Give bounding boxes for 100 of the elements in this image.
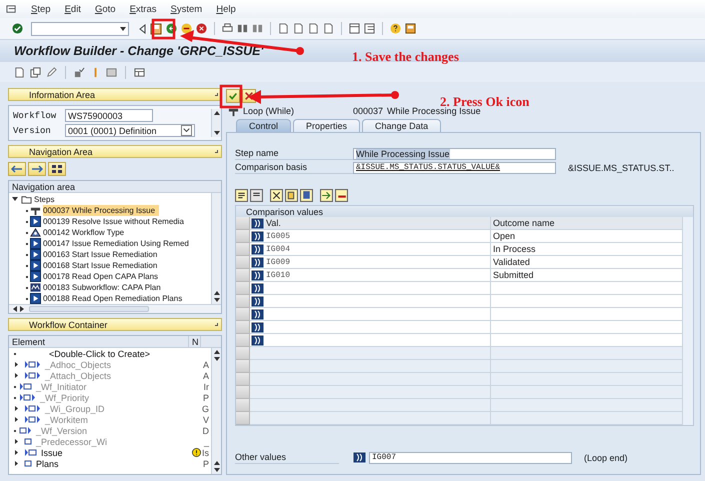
tree-item[interactable]: 000188 Read Open Remediation Plans	[43, 293, 186, 304]
tab[interactable]: Properties	[293, 119, 360, 132]
ok-button[interactable]	[226, 89, 240, 103]
window-icon[interactable]	[364, 23, 375, 34]
scroll-up-icon[interactable]	[214, 460, 220, 466]
menu-item[interactable]: System	[170, 4, 202, 14]
forward-button[interactable]	[28, 162, 46, 176]
table-cell[interactable]	[491, 334, 683, 347]
table-cell[interactable]	[491, 321, 683, 334]
previous-page-icon[interactable]	[293, 23, 304, 34]
test-icon[interactable]	[106, 66, 117, 78]
layout-icon[interactable]	[405, 23, 416, 34]
remove-icon[interactable]	[335, 189, 348, 202]
table-cell: Submitted	[491, 269, 683, 282]
scroll-left-icon[interactable]	[12, 306, 18, 312]
container-element[interactable]: Plans	[36, 458, 59, 468]
panel-header[interactable]: Workflow Container	[8, 318, 222, 331]
table-cell[interactable]	[264, 295, 491, 308]
resize-icon	[215, 323, 218, 326]
table-cell[interactable]	[264, 308, 491, 321]
next-page-icon[interactable]	[308, 23, 319, 34]
paste-icon[interactable]	[300, 189, 313, 202]
scroll-up-icon[interactable]	[214, 290, 220, 296]
triangle-left-icon[interactable]	[139, 24, 146, 34]
container-element[interactable]: _Wf_Version	[36, 426, 88, 436]
container-element[interactable]: _Adhoc_Objects	[45, 360, 112, 370]
insert-icon[interactable]	[320, 189, 333, 202]
panel-header[interactable]: Information Area	[8, 88, 222, 101]
tree-item[interactable]: 000037 While Processing Issue	[43, 205, 160, 216]
menu-item[interactable]: Extras	[130, 4, 156, 14]
version-dropdown[interactable]: 0001 (0001) Definition	[65, 124, 195, 137]
table-cell: Ir	[204, 382, 209, 392]
tree-item[interactable]: 000139 Resolve Issue without Remedia	[43, 216, 188, 227]
scrollbar[interactable]	[211, 109, 221, 137]
enter-icon[interactable]	[12, 23, 23, 34]
copy-icon[interactable]	[285, 189, 298, 202]
scroll-down-icon[interactable]	[214, 130, 220, 136]
scroll-right-icon[interactable]	[19, 306, 25, 312]
layout-icon[interactable]	[134, 66, 145, 78]
tree-item[interactable]: Steps	[34, 194, 58, 205]
exit-icon[interactable]	[181, 23, 192, 34]
help-icon[interactable]	[390, 23, 401, 34]
caret-icon[interactable]	[181, 125, 192, 136]
back-button[interactable]	[8, 162, 26, 176]
scrollbar[interactable]	[211, 348, 221, 474]
table-cell[interactable]	[491, 295, 683, 308]
first-page-icon[interactable]	[278, 23, 289, 34]
table-cell: In Process	[491, 243, 683, 256]
edit-icon[interactable]	[46, 66, 57, 78]
find-next-icon[interactable]	[252, 23, 263, 34]
field-label: Workflow	[13, 110, 58, 120]
tree-item[interactable]: 000163 Start Issue Remediation	[43, 249, 162, 260]
container-element[interactable]: _Attach_Objects	[45, 370, 112, 380]
container-element[interactable]: <Double-Click to Create>	[49, 348, 150, 358]
container-element[interactable]: _Wf_Initiator	[36, 382, 87, 392]
last-page-icon[interactable]	[323, 23, 334, 34]
menu-item[interactable]: Help	[216, 4, 236, 14]
new-icon[interactable]	[14, 66, 25, 78]
tree-button[interactable]	[48, 162, 66, 176]
step-name-field[interactable]: While Processing Issue	[353, 148, 556, 160]
cut-icon[interactable]	[270, 189, 283, 202]
panel-header[interactable]: Navigation Area	[8, 145, 222, 158]
back-icon[interactable]	[166, 23, 177, 34]
scroll-down-icon[interactable]	[214, 467, 220, 473]
copy-icon[interactable]	[30, 66, 41, 78]
scrollbar[interactable]	[211, 193, 221, 304]
table-cell[interactable]	[264, 282, 491, 295]
caret-icon[interactable]	[120, 26, 126, 30]
scrollbar[interactable]	[9, 304, 221, 313]
command-field[interactable]	[31, 22, 129, 36]
insert-row-icon[interactable]	[235, 189, 248, 202]
tree-item[interactable]: 000183 Subworkflow: CAPA Plan	[43, 282, 165, 293]
table-cell[interactable]	[264, 321, 491, 334]
table-cell[interactable]	[264, 334, 491, 347]
table-cell[interactable]	[491, 282, 683, 295]
tree-item[interactable]: 000147 Issue Remediation Using Remed	[43, 238, 193, 249]
tree-item[interactable]: 000178 Read Open CAPA Plans	[43, 271, 162, 282]
menu-icon[interactable]	[6, 4, 17, 14]
tab[interactable]: Change Data	[362, 119, 442, 132]
menu-item[interactable]: Goto	[94, 4, 116, 14]
tree-item[interactable]: 000142 Workflow Type	[43, 227, 128, 238]
delete-row-icon[interactable]	[250, 189, 263, 202]
menu-item[interactable]: Step	[31, 4, 51, 14]
container-element[interactable]: Issue	[41, 448, 63, 458]
cancel-icon[interactable]	[196, 23, 207, 34]
find-icon[interactable]	[237, 23, 248, 34]
column-header: Navigation area	[12, 182, 76, 192]
check-icon[interactable]	[74, 66, 85, 78]
window-icon[interactable]	[349, 23, 360, 34]
comparison-basis-field[interactable]: &ISSUE.MS_STATUS.STATUS_VALUE&	[353, 162, 556, 174]
print-icon[interactable]	[222, 23, 233, 34]
workflow-field[interactable]: WS75900003	[65, 109, 153, 122]
tab[interactable]: Control	[236, 119, 292, 132]
scroll-down-icon[interactable]	[214, 356, 220, 362]
scroll-up-icon[interactable]	[214, 110, 220, 116]
other-values-field[interactable]: IG007	[369, 452, 572, 464]
menu-item[interactable]: Edit	[64, 4, 81, 14]
table-cell[interactable]	[491, 308, 683, 321]
collapse-arrow-icon[interactable]	[12, 196, 19, 203]
tree-item[interactable]: 000168 Start Issue Remediation	[43, 260, 162, 271]
